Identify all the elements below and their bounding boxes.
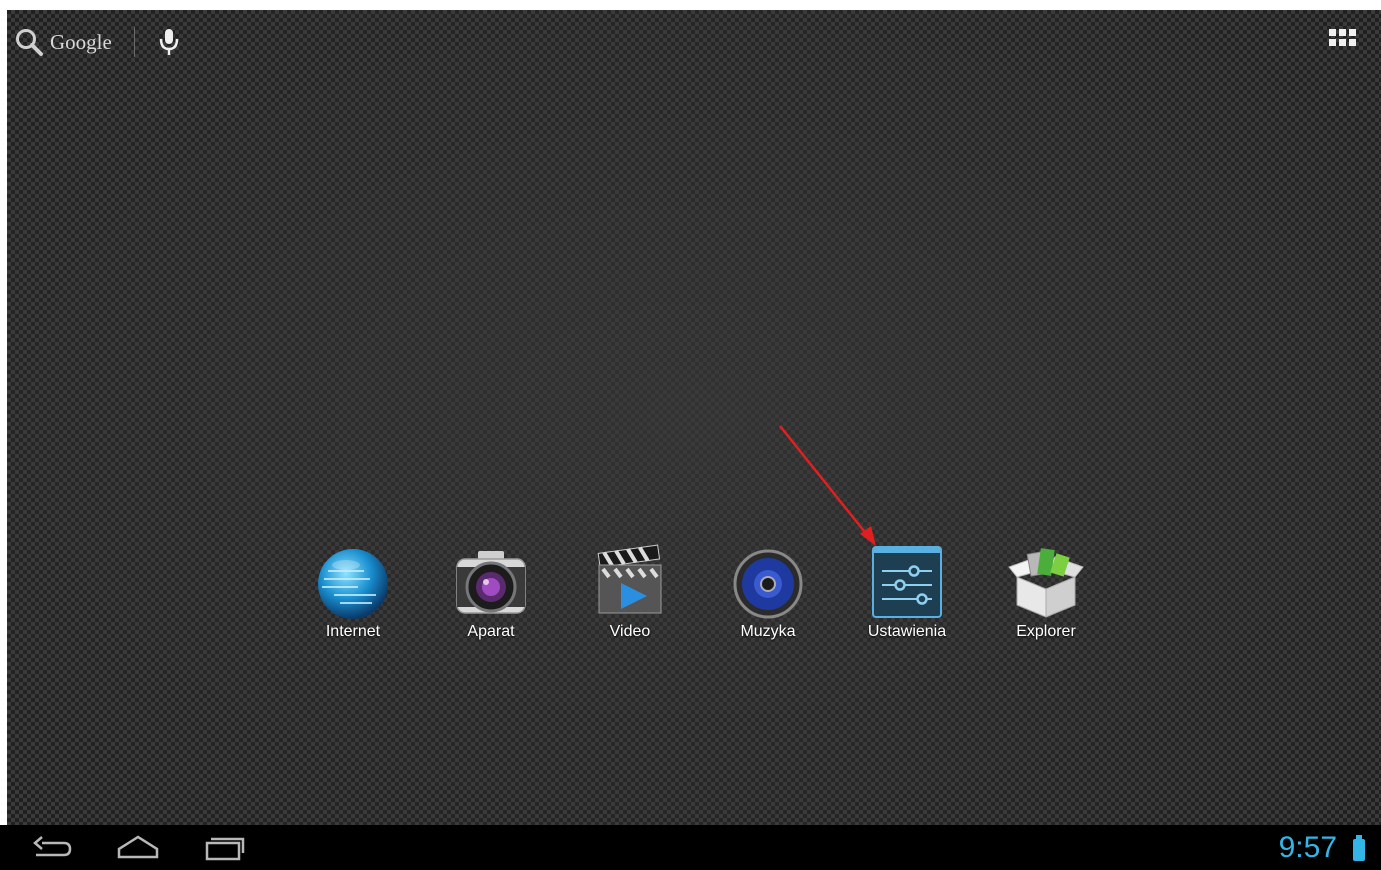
app-video[interactable]: Video <box>570 543 690 641</box>
app-aparat[interactable]: Aparat <box>431 543 551 641</box>
google-search-bar[interactable]: Google <box>14 22 181 62</box>
app-explorer[interactable]: Explorer <box>986 543 1106 641</box>
microphone-icon[interactable] <box>157 27 181 57</box>
home-screen-wallpaper <box>7 10 1381 825</box>
apps-grid-icon <box>1329 29 1336 36</box>
globe-icon <box>318 549 388 619</box>
camera-icon <box>456 551 526 614</box>
recent-apps-icon[interactable] <box>203 833 247 863</box>
search-icon[interactable] <box>14 27 44 57</box>
app-label: Explorer <box>1016 623 1076 640</box>
app-muzyka[interactable]: Muzyka <box>708 543 828 641</box>
app-label: Aparat <box>467 623 515 640</box>
settings-icon <box>872 546 942 618</box>
all-apps-button[interactable] <box>1329 29 1356 51</box>
explorer-icon <box>1008 548 1084 618</box>
android-tablet-screen: Google Internet Aparat Video Muzyka Usta… <box>0 0 1381 870</box>
annotation-arrow <box>779 425 876 546</box>
app-ustawienia[interactable]: Ustawienia <box>847 543 967 641</box>
home-icon[interactable] <box>116 833 160 863</box>
battery-icon[interactable] <box>1353 835 1365 861</box>
back-icon[interactable] <box>30 833 74 863</box>
status-clock[interactable]: 9:57 <box>1279 831 1337 865</box>
app-label: Video <box>609 623 651 640</box>
video-icon <box>597 544 662 614</box>
navigation-bar: 9:57 <box>0 825 1381 870</box>
app-label: Ustawienia <box>867 623 947 640</box>
google-search-label[interactable]: Google <box>50 30 112 55</box>
app-internet[interactable]: Internet <box>293 543 413 641</box>
search-divider <box>133 27 135 57</box>
music-icon <box>733 549 803 619</box>
app-label: Muzyka <box>740 623 796 640</box>
app-label: Internet <box>325 623 381 640</box>
